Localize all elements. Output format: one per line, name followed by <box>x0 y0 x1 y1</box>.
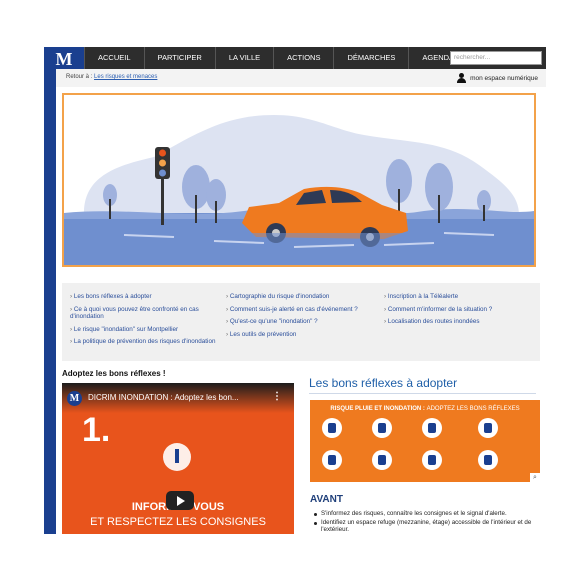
video-step-number: 1. <box>82 411 111 449</box>
link-telealerte[interactable]: Inscription à la Téléalerte <box>384 293 534 301</box>
video-section-title: Adoptez les bons réflexes ! <box>62 369 166 378</box>
video-caption-line2: ET RESPECTEZ LES CONSIGNES <box>90 516 266 528</box>
poster-reflex-icon <box>322 450 342 470</box>
account-link[interactable]: mon espace numérique <box>457 73 538 83</box>
nav-item-la-ville[interactable]: LA VILLE <box>214 47 273 69</box>
channel-logo[interactable]: M <box>67 391 82 406</box>
heading-divider <box>309 393 536 394</box>
poster-reflex-icon <box>478 450 498 470</box>
nav-item-participer[interactable]: PARTICIPER <box>143 47 215 69</box>
reflexes-poster[interactable]: RISQUE PLUIE ET INONDATION : ADOPTEZ LES… <box>310 400 540 482</box>
quick-links-panel: Les bons réflexes à adopter Ce à quoi vo… <box>62 283 540 361</box>
poster-reflex-icon <box>322 418 342 438</box>
search-input[interactable]: rechercher... <box>450 51 542 65</box>
city-logo[interactable]: M <box>44 47 84 69</box>
avant-list: S'informez des risques, connaître les co… <box>312 510 538 534</box>
poster-reflex-icon <box>422 450 442 470</box>
zoom-icon[interactable]: ⌕ <box>530 473 540 483</box>
links-column-2: Cartographie du risque d'inondation Comm… <box>226 293 376 343</box>
nav-menu: ACCUEIL PARTICIPER LA VILLE ACTIONS DÉMA… <box>84 47 467 69</box>
link-qu-est-ce-inondation[interactable]: Qu'est-ce qu'une "inondation" ? <box>226 318 376 326</box>
top-navigation: M ACCUEIL PARTICIPER LA VILLE ACTIONS DÉ… <box>44 47 546 69</box>
flooded-car-illustration <box>64 115 534 265</box>
page: M ACCUEIL PARTICIPER LA VILLE ACTIONS DÉ… <box>44 47 546 534</box>
sub-bar: Retour à : Les risques et menaces mon es… <box>56 69 546 87</box>
breadcrumb-link[interactable]: Les risques et menaces <box>94 74 157 80</box>
poster-title-bold: RISQUE PLUIE ET INONDATION : <box>330 406 425 412</box>
poster-title-rest: ADOPTEZ LES BONS RÉFLEXES <box>426 406 520 412</box>
link-bons-reflexes[interactable]: Les bons réflexes à adopter <box>70 293 220 301</box>
raindrop-info-icon <box>163 443 191 471</box>
poster-reflex-icon <box>372 450 392 470</box>
list-item: S'informez des risques, connaître les co… <box>312 510 538 518</box>
account-label: mon espace numérique <box>470 74 538 82</box>
user-icon <box>457 73 467 83</box>
poster-title: RISQUE PLUIE ET INONDATION : ADOPTEZ LES… <box>310 406 540 412</box>
left-brand-bar <box>44 47 56 534</box>
links-column-3: Inscription à la Téléalerte Comment m'in… <box>384 293 534 331</box>
video-player[interactable]: M DICRIM INONDATION : Adoptez les bon...… <box>62 383 294 534</box>
hero-illustration <box>62 93 536 267</box>
breadcrumb-prefix: Retour à : <box>66 74 93 80</box>
avant-heading: AVANT <box>310 494 343 505</box>
more-options-icon[interactable]: ⋮ <box>272 391 282 402</box>
play-button[interactable] <box>166 491 194 510</box>
poster-reflex-icon <box>422 418 442 438</box>
link-politique-prevention[interactable]: La politique de prévention des risques d… <box>70 338 220 346</box>
link-alerte[interactable]: Comment suis-je alerté en cas d'événemen… <box>226 306 376 314</box>
reflexes-heading: Les bons réflexes à adopter <box>309 376 458 390</box>
poster-reflex-icon <box>372 418 392 438</box>
link-informer-situation[interactable]: Comment m'informer de la situation ? <box>384 306 534 314</box>
nav-item-accueil[interactable]: ACCUEIL <box>84 47 144 69</box>
links-column-1: Les bons réflexes à adopter Ce à quoi vo… <box>70 293 220 351</box>
list-item: Identifiez un espace refuge (mezzanine, … <box>312 519 538 534</box>
link-routes-inondees[interactable]: Localisation des routes inondées <box>384 318 534 326</box>
link-risque-montpellier[interactable]: Le risque "inondation" sur Montpellier <box>70 326 220 334</box>
nav-item-actions[interactable]: ACTIONS <box>273 47 333 69</box>
poster-reflex-icon <box>478 418 498 438</box>
link-confronte-inondation[interactable]: Ce à quoi vous pouvez être confronté en … <box>70 306 220 321</box>
link-cartographie[interactable]: Cartographie du risque d'inondation <box>226 293 376 301</box>
breadcrumb: Retour à : Les risques et menaces <box>66 74 157 80</box>
nav-item-demarches[interactable]: DÉMARCHES <box>333 47 408 69</box>
video-title[interactable]: DICRIM INONDATION : Adoptez les bon... <box>88 393 239 402</box>
link-outils-prevention[interactable]: Les outils de prévention <box>226 331 376 339</box>
